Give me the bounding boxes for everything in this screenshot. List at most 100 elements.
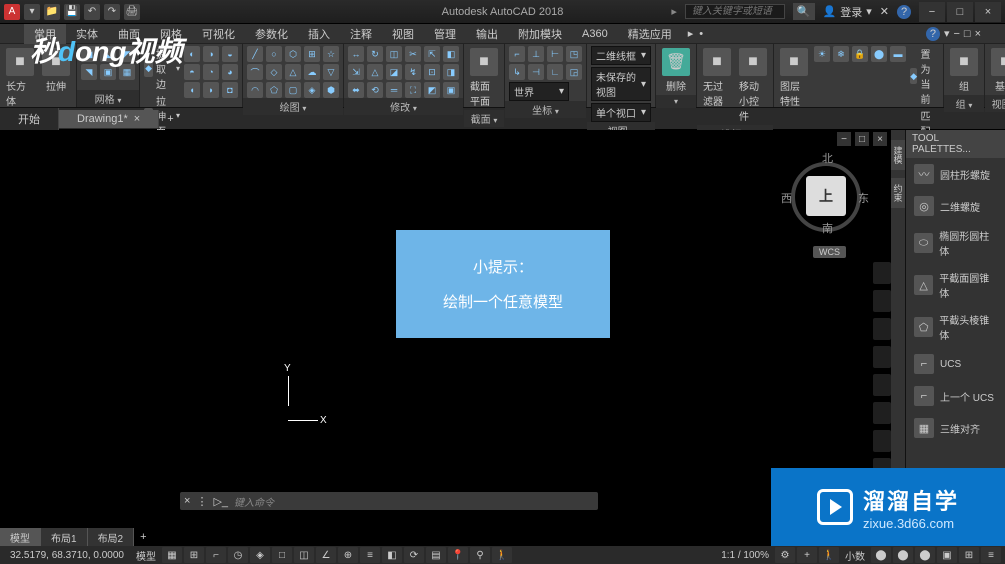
viewcube-west[interactable]: 西 — [781, 190, 792, 206]
ribbon-grid-icon[interactable]: ◈ — [304, 82, 320, 98]
status-dyn-icon[interactable]: ⊕ — [338, 547, 358, 563]
ribbon-grid-icon[interactable]: ◧ — [443, 46, 459, 62]
ribbon-grid-icon[interactable]: ╱ — [247, 46, 263, 62]
ribbon-grid-icon[interactable]: ⬡ — [285, 46, 301, 62]
qat-print-icon[interactable]: 🖨 — [124, 4, 140, 20]
nav-orbit-icon[interactable] — [873, 346, 891, 368]
ribbon-grid-icon[interactable]: ⟲ — [367, 82, 383, 98]
ribbon-grid-icon[interactable]: ⌐ — [509, 46, 525, 62]
qat-new-icon[interactable]: ▾ — [24, 4, 40, 20]
ribbon-grid-icon[interactable]: ∟ — [547, 64, 563, 80]
status-a-icon[interactable]: ⬤ — [871, 547, 891, 563]
layout-tab-0[interactable]: 模型 — [0, 528, 41, 547]
palette-item-1[interactable]: ◎二维螺旋 — [906, 190, 1005, 222]
close-button[interactable]: × — [975, 2, 1001, 22]
tab-11[interactable]: 附加模块 — [508, 24, 572, 44]
ribbon-grid-icon[interactable]: ⬢ — [323, 82, 339, 98]
palette-item-7[interactable]: ▦三维对齐 — [906, 412, 1005, 444]
status-snap-icon[interactable]: ⊞ — [184, 547, 204, 563]
ribbon-grid-icon[interactable]: 🔒 — [852, 46, 868, 62]
ribbon-grid-icon[interactable]: ◫ — [386, 46, 402, 62]
palette-item-2[interactable]: ⬭椭圆形圆柱体 — [906, 222, 1005, 264]
palette-item-5[interactable]: ⌐UCS — [906, 348, 1005, 380]
tab-10[interactable]: 输出 — [466, 24, 508, 44]
exchange-icon[interactable]: ✕ — [880, 5, 889, 18]
doc-max-icon[interactable]: □ — [964, 28, 971, 40]
login-dropdown-icon[interactable]: ▾ — [866, 5, 872, 18]
status-model[interactable]: 模型 — [132, 548, 160, 563]
viewport-minimize-icon[interactable]: − — [837, 132, 851, 146]
viewport-close-icon[interactable]: × — [873, 132, 887, 146]
ribbon-btn-0-1[interactable]: ■拉伸 — [40, 46, 72, 95]
qat-save-icon[interactable]: 💾 — [64, 4, 80, 20]
ribbon-grid-icon[interactable]: ▬ — [890, 46, 906, 62]
qat-redo-icon[interactable]: ↷ — [104, 4, 120, 20]
tab-12[interactable]: A360 — [572, 26, 618, 42]
ribbon-grid-icon[interactable]: ⛶ — [405, 82, 421, 98]
status-gear-icon[interactable]: ⚙ — [775, 547, 795, 563]
status-iso-icon[interactable]: ◈ — [250, 547, 270, 563]
tab-5[interactable]: 参数化 — [245, 24, 298, 44]
ribbon-grid-icon[interactable]: ☁ — [304, 64, 320, 80]
ribbon-grid-icon[interactable]: ▢ — [285, 82, 301, 98]
status-menu-icon[interactable]: ≡ — [981, 547, 1001, 563]
tab-0[interactable]: 常用 — [24, 24, 66, 44]
qat-open-icon[interactable]: 📁 — [44, 4, 60, 20]
cmd-close-icon[interactable]: × — [184, 495, 190, 507]
maximize-button[interactable]: □ — [947, 2, 973, 22]
ribbon-grid-icon[interactable]: ◕ — [222, 64, 238, 80]
ribbon-btn-5-0[interactable]: ■截面平面 — [468, 46, 500, 110]
layout-tab-1[interactable]: 布局1 — [41, 528, 88, 547]
status-person-icon[interactable]: 🚶 — [492, 547, 512, 563]
palette-item-3[interactable]: △平截面圆锥体 — [906, 264, 1005, 306]
help-icon[interactable]: ? — [897, 5, 911, 19]
ribbon-btn-12-0[interactable]: ■基点 — [989, 46, 1005, 95]
doctab-1[interactable]: Drawing1*× — [59, 110, 159, 128]
tab-4[interactable]: 可视化 — [192, 24, 245, 44]
ribbon-grid-icon[interactable]: ☀ — [814, 46, 830, 62]
ribbon-grid-icon[interactable]: ◑ — [203, 46, 219, 62]
ribbon-small-icon[interactable]: ◤ — [119, 46, 135, 62]
status-pin-icon[interactable]: 📍 — [448, 547, 468, 563]
ribbon-grid-icon[interactable]: ◒ — [222, 46, 238, 62]
ribbon-grid-icon[interactable]: ◇ — [266, 64, 282, 80]
ribbon-small-icon[interactable]: ◣ — [100, 46, 116, 62]
viewcube-wcs[interactable]: WCS — [813, 246, 846, 258]
ribbon-grid-icon[interactable]: ◳ — [566, 46, 582, 62]
ribbon-grid-icon[interactable]: ↻ — [367, 46, 383, 62]
ribbon-grid-icon[interactable]: ◨ — [443, 64, 459, 80]
tab-play-icon[interactable]: ▸ — [688, 27, 694, 40]
ribbon-btn-11-0[interactable]: ■组 — [948, 46, 980, 95]
palette-item-6[interactable]: ⌐上一个 UCS — [906, 380, 1005, 412]
viewport-restore-icon[interactable]: □ — [855, 132, 869, 146]
ribbon-grid-icon[interactable]: ◐ — [184, 46, 200, 62]
status-grid-icon[interactable]: ▦ — [162, 547, 182, 563]
ribbon-grid-icon[interactable]: ◓ — [184, 64, 200, 80]
viewcube-south[interactable]: 南 — [822, 220, 833, 236]
ribbon-grid-icon[interactable]: ⇱ — [424, 46, 440, 62]
tab-6[interactable]: 插入 — [298, 24, 340, 44]
status-d-icon[interactable]: ▣ — [937, 547, 957, 563]
ribbon-small-icon[interactable]: ▣ — [100, 64, 116, 80]
nav-wheel-icon[interactable] — [873, 262, 891, 284]
tab-7[interactable]: 注释 — [340, 24, 382, 44]
search-input[interactable] — [685, 4, 785, 19]
ribbon-grid-icon[interactable]: ⬤ — [871, 46, 887, 62]
palette-item-4[interactable]: ⬠平截头棱锥体 — [906, 306, 1005, 348]
ribbon-grid-icon[interactable]: ▽ — [323, 64, 339, 80]
ribbon-small-icon[interactable]: ◥ — [81, 64, 97, 80]
status-e-icon[interactable]: ⊞ — [959, 547, 979, 563]
ribbon-grid-icon[interactable]: ▣ — [443, 82, 459, 98]
ribbon-grid-icon[interactable]: ◠ — [247, 82, 263, 98]
ribbon-grid-icon[interactable]: ◗ — [203, 82, 219, 98]
command-line[interactable]: × ⋮ ▷_ 键入命令 — [180, 492, 598, 510]
help2-icon[interactable]: ? — [926, 27, 940, 41]
doc-min-icon[interactable]: − — [953, 28, 959, 40]
doctab-close-icon[interactable]: × — [134, 113, 140, 125]
ribbon-grid-icon[interactable]: ⊥ — [528, 46, 544, 62]
ribbon-grid-icon[interactable]: ↔ — [348, 46, 364, 62]
tab-1[interactable]: 实体 — [66, 24, 108, 44]
ribbon-btn-10-0[interactable]: ■图层特性 — [778, 46, 810, 110]
viewcube-face[interactable]: 上 — [806, 176, 846, 216]
app-icon[interactable]: A — [4, 4, 20, 20]
